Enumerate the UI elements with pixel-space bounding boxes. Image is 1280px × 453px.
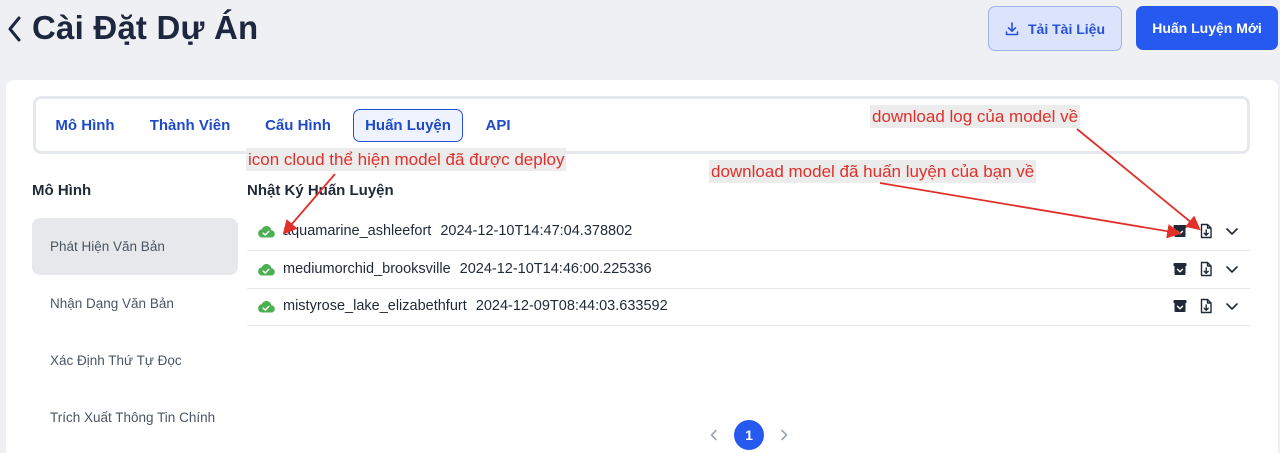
tab-training[interactable]: Huấn Luyện — [353, 109, 463, 142]
new-training-button[interactable]: Huấn Luyện Mới — [1136, 6, 1278, 50]
download-docs-button[interactable]: Tải Tài Liệu — [988, 6, 1122, 51]
training-log-row: mistyrose_lake_elizabethfurt 2024-12-09T0… — [247, 288, 1250, 326]
file-download-icon[interactable] — [1198, 261, 1214, 277]
sidebar-item-key-info-extraction[interactable]: Trích Xuất Thông Tin Chính — [32, 389, 238, 446]
download-docs-label: Tải Tài Liệu — [1027, 20, 1105, 37]
model-name: mistyrose_lake_elizabethfurt — [283, 298, 467, 314]
model-name: mediumorchid_brooksville — [283, 261, 451, 277]
tab-config[interactable]: Cấu Hình — [255, 109, 341, 142]
model-name: aquamarine_ashleefort — [283, 223, 432, 239]
tab-models[interactable]: Mô Hình — [44, 109, 126, 142]
pagination-prev-button[interactable] — [704, 425, 724, 445]
training-timestamp: 2024-12-09T08:44:03.633592 — [475, 298, 668, 314]
training-log-title: Nhật Ký Huấn Luyện — [247, 182, 394, 199]
sidebar-item-text-detection[interactable]: Phát Hiện Văn Bản — [32, 218, 238, 275]
pagination-page-1[interactable]: 1 — [734, 420, 764, 450]
training-timestamp: 2024-12-10T14:47:04.378802 — [440, 223, 633, 239]
training-log-row: mediumorchid_brooksville 2024-12-10T14:46… — [247, 251, 1250, 289]
file-download-icon[interactable] — [1198, 298, 1214, 314]
annotation-cloud-icon: icon cloud thể hiện model đã được deploy — [246, 148, 567, 171]
download-icon — [1005, 21, 1019, 35]
sidebar-item-reading-order[interactable]: Xác Định Thứ Tự Đọc — [32, 332, 238, 389]
chevron-down-icon[interactable] — [1224, 298, 1240, 314]
training-timestamp: 2024-12-10T14:46:00.225336 — [459, 261, 652, 277]
pagination-next-button[interactable] — [774, 425, 794, 445]
sidebar-title: Mô Hình — [32, 182, 92, 199]
back-button[interactable] — [4, 12, 24, 46]
annotation-log-download: download log của model về — [870, 105, 1081, 128]
tab-api[interactable]: API — [478, 109, 518, 142]
chevron-left-icon — [8, 16, 21, 42]
cloud-check-icon — [258, 301, 275, 313]
cloud-check-icon — [258, 226, 275, 238]
annotation-model-download: download model đã huấn luyện của bạn về — [709, 160, 1037, 183]
project-settings-page: Cài Đặt Dự Án Tải Tài Liệu Huấn Luyện Mớ… — [0, 0, 1280, 453]
chevron-down-icon[interactable] — [1224, 223, 1240, 239]
chevron-down-icon[interactable] — [1224, 261, 1240, 277]
archive-box-icon[interactable] — [1172, 261, 1188, 277]
file-download-icon[interactable] — [1198, 223, 1214, 239]
tab-members[interactable]: Thành Viên — [140, 109, 240, 142]
chevron-right-icon — [781, 429, 788, 441]
archive-box-icon[interactable] — [1172, 223, 1188, 239]
cloud-check-icon — [258, 264, 275, 276]
page-title: Cài Đặt Dự Án — [32, 9, 259, 46]
sidebar-item-text-recognition[interactable]: Nhận Dạng Văn Bản — [32, 275, 238, 332]
training-log-row: aquamarine_ashleefort 2024-12-10T14:47:04… — [247, 213, 1250, 251]
chevron-left-icon — [710, 429, 717, 441]
archive-box-icon[interactable] — [1172, 298, 1188, 314]
